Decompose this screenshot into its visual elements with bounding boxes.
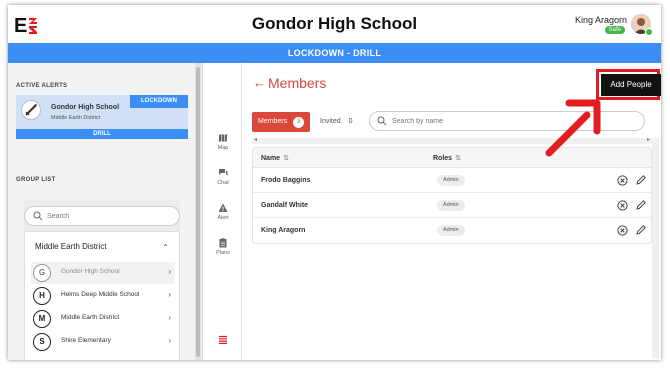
members-heading: Members	[268, 75, 327, 91]
member-name: King Aragorn	[261, 227, 306, 234]
role-badge: Admin	[437, 175, 465, 186]
role-badge: Admin	[437, 200, 465, 211]
group-list-label: GROUP LIST	[16, 177, 56, 183]
alert-type-icon	[21, 100, 41, 120]
nav-map[interactable]: Map	[204, 133, 242, 151]
alert-banner[interactable]: LOCKDOWN - DRILL	[8, 43, 661, 63]
nav-label: Alert	[217, 215, 229, 221]
list-icon[interactable]	[218, 335, 228, 345]
chevron-right-icon: ›	[168, 336, 171, 345]
group-item[interactable]: G Gondor High School ›	[31, 262, 175, 284]
alert-type-tag: LOCKDOWN	[130, 95, 188, 108]
tab-members[interactable]: Members 3	[252, 112, 310, 132]
tab-invited-label: Invited	[320, 118, 341, 125]
nav-chat[interactable]: Chat	[204, 168, 242, 186]
alert-icon	[218, 203, 228, 212]
table-row[interactable]: Frodo Baggins Admin	[253, 168, 651, 193]
column-label: Roles	[433, 155, 453, 162]
member-name: Frodo Baggins	[261, 177, 311, 184]
group-name: Shire Elementary	[61, 337, 111, 344]
status-badge: Safe	[604, 26, 625, 34]
group-name: Helms Deep Middle School	[61, 291, 140, 298]
edit-pencil-icon[interactable]	[635, 224, 647, 236]
chat-icon	[219, 169, 228, 176]
sort-icon[interactable]: ⇅	[455, 155, 461, 162]
user-name[interactable]: King Aragorn	[575, 15, 627, 25]
remove-icon[interactable]	[617, 200, 628, 211]
nav-plans[interactable]: Plans	[204, 238, 242, 256]
map-icon	[219, 134, 227, 142]
column-label: Name	[261, 155, 281, 162]
add-people-button[interactable]: Add People	[601, 74, 661, 96]
nav-alert[interactable]: Alert	[204, 203, 242, 221]
online-indicator	[645, 28, 653, 36]
group-item[interactable]: M Middle Earth District ›	[31, 308, 175, 330]
search-icon	[33, 211, 43, 221]
table-row[interactable]: Gandalf White Admin	[253, 193, 651, 218]
chevron-right-icon: ›	[168, 267, 171, 276]
app-window: E Gondor High School King Aragorn Safe L…	[8, 5, 661, 360]
plans-icon	[219, 238, 227, 248]
district-name[interactable]: Middle Earth District	[35, 242, 107, 251]
group-initial-badge: M	[33, 310, 51, 328]
chevron-right-icon: ›	[168, 313, 171, 322]
nav-label: Plans	[216, 250, 230, 256]
edit-pencil-icon[interactable]	[635, 199, 647, 211]
column-name-header[interactable]: Name ⇅	[261, 154, 289, 162]
group-name: Middle Earth District	[61, 314, 120, 321]
scroll-right-icon[interactable]: ▸	[647, 136, 650, 143]
member-name: Gandalf White	[261, 202, 309, 209]
page-title: Gondor High School	[251, 14, 418, 33]
remove-icon[interactable]	[617, 175, 628, 186]
group-search-input[interactable]	[47, 210, 172, 222]
group-name: Gondor High School	[61, 268, 120, 275]
alert-district-name: Middle Earth District	[51, 115, 101, 121]
district-group-panel: Middle Earth District ⌃ G Gondor High Sc…	[24, 231, 180, 360]
vertical-scrollbar[interactable]	[652, 138, 659, 358]
tab-invited[interactable]: Invited 0	[320, 112, 353, 132]
table-row[interactable]: King Aragorn Admin	[253, 218, 651, 243]
active-alerts-label: ACTIVE ALERTS	[16, 83, 68, 89]
edit-pencil-icon[interactable]	[635, 174, 647, 186]
chevron-up-icon[interactable]: ⌃	[162, 243, 169, 252]
group-initial-badge: H	[33, 287, 51, 305]
nav-label: Chat	[217, 180, 229, 186]
scroll-left-icon[interactable]: ◂	[254, 136, 257, 143]
annotation-arrow-icon	[545, 99, 601, 157]
icon-nav: Map Chat Alert Plans	[204, 63, 242, 360]
group-initial-badge: S	[33, 333, 51, 351]
active-alert-card[interactable]: Gondor High School Middle Earth District…	[16, 95, 188, 139]
back-arrow-icon[interactable]: ←	[253, 75, 266, 90]
members-table: Name ⇅ Roles ⇅ Frodo Baggins Admin Gandalf	[252, 147, 652, 244]
sidebar-scrollbar-thumb[interactable]	[196, 67, 200, 357]
nav-label: Map	[217, 145, 229, 151]
search-icon	[377, 116, 387, 126]
alert-school-name: Gondor High School	[51, 104, 120, 111]
invited-count: 0	[348, 118, 353, 125]
group-search[interactable]	[24, 206, 180, 226]
group-initial-badge: G	[33, 264, 51, 282]
group-item[interactable]: H Helms Deep Middle School ›	[31, 285, 175, 307]
group-item[interactable]: S Shire Elementary ›	[31, 331, 175, 353]
alert-mode-tag: DRILL	[16, 129, 188, 139]
chevron-right-icon: ›	[168, 290, 171, 299]
role-badge: Admin	[437, 225, 465, 236]
remove-icon[interactable]	[617, 225, 628, 236]
tab-members-label: Members	[258, 118, 288, 125]
sidebar: ACTIVE ALERTS Gondor High School Middle …	[8, 63, 203, 360]
top-header: E Gondor High School King Aragorn Safe	[8, 5, 661, 43]
sort-icon[interactable]: ⇅	[283, 155, 289, 162]
column-roles-header[interactable]: Roles ⇅	[433, 154, 461, 162]
members-count-badge: 3	[293, 117, 304, 128]
